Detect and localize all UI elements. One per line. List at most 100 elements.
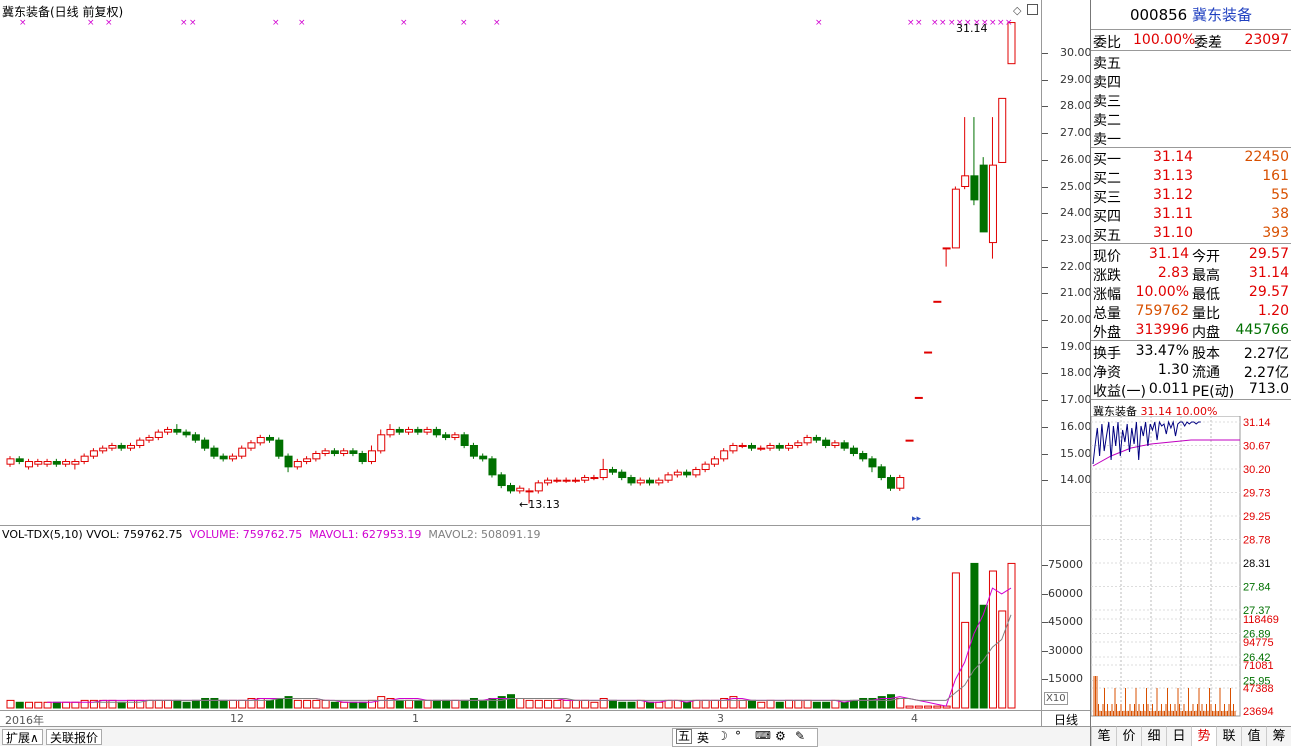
candle-body[interactable] xyxy=(432,428,441,436)
candle-body[interactable] xyxy=(905,439,914,442)
candle-body[interactable] xyxy=(729,444,738,452)
candle-body[interactable] xyxy=(469,444,478,457)
candle-body[interactable] xyxy=(961,175,970,188)
candle-body[interactable] xyxy=(395,428,404,433)
candle-body[interactable] xyxy=(914,396,923,399)
tab-6[interactable]: 值 xyxy=(1241,726,1266,746)
candle-body[interactable] xyxy=(664,474,673,481)
candle-body[interactable] xyxy=(201,439,210,449)
sell-row[interactable]: 卖一 xyxy=(1091,128,1291,148)
candle-body[interactable] xyxy=(933,300,942,303)
candle-body[interactable] xyxy=(803,436,812,444)
sell-row[interactable]: 卖二 xyxy=(1091,109,1291,129)
candle-body[interactable] xyxy=(460,434,469,446)
candle-body[interactable] xyxy=(145,436,154,441)
candle-body[interactable] xyxy=(238,447,247,457)
buy-row[interactable]: 买一 31.14 22450 xyxy=(1091,148,1291,168)
wrench-icon[interactable]: ✎ xyxy=(795,729,805,743)
candle-body[interactable] xyxy=(451,434,460,438)
candle-body[interactable] xyxy=(228,455,237,460)
candle-body[interactable] xyxy=(414,428,423,433)
candle-body[interactable] xyxy=(627,477,636,484)
candle-body[interactable] xyxy=(608,469,617,473)
candle-body[interactable] xyxy=(970,175,979,201)
candle-body[interactable] xyxy=(117,444,126,449)
period-label[interactable]: 日线 xyxy=(1042,710,1090,727)
candle-body[interactable] xyxy=(794,442,803,446)
candle-body[interactable] xyxy=(534,482,543,492)
candle-body[interactable] xyxy=(701,463,710,471)
candle-body[interactable] xyxy=(951,188,960,249)
candle-body[interactable] xyxy=(636,479,645,484)
candle-body[interactable] xyxy=(516,487,525,492)
candle-body[interactable] xyxy=(293,461,302,468)
candle-body[interactable] xyxy=(757,447,766,450)
candle-body[interactable] xyxy=(683,471,692,476)
intraday-mini-chart[interactable]: 31.14 30.67 30.20 29.73 29.25 28.78 28.31 27.84… xyxy=(1091,416,1291,720)
candle-body[interactable] xyxy=(340,450,349,454)
candle-body[interactable] xyxy=(266,436,275,441)
volume-chart-panel[interactable]: VOL-TDX(5,10) VVOL: 759762.75 VOLUME: 75… xyxy=(0,526,1042,710)
candle-body[interactable] xyxy=(173,428,182,433)
candle-body[interactable] xyxy=(25,461,34,468)
candle-body[interactable] xyxy=(710,458,719,465)
tab-3[interactable]: 日 xyxy=(1166,726,1191,746)
candle-body[interactable] xyxy=(747,444,756,449)
candle-body[interactable] xyxy=(182,431,191,436)
candle-body[interactable] xyxy=(479,455,488,460)
sell-row[interactable]: 卖四 xyxy=(1091,71,1291,91)
ime-lang[interactable]: 英 xyxy=(697,729,709,746)
candle-body[interactable] xyxy=(43,461,52,465)
candle-body[interactable] xyxy=(80,455,89,463)
candle-body[interactable] xyxy=(646,479,655,484)
candle-body[interactable] xyxy=(303,458,312,463)
buy-row[interactable]: 买三 31.12 55 xyxy=(1091,186,1291,206)
kline-chart-panel[interactable]: 冀东装备(日线 前复权) ◇ × × × × × × × × × × × × × × × × × × × × × × × 3… xyxy=(0,0,1042,526)
candle-body[interactable] xyxy=(405,428,414,433)
tab-2[interactable]: 细 xyxy=(1141,726,1166,746)
buy-row[interactable]: 买二 31.13 161 xyxy=(1091,167,1291,187)
dot-icon[interactable]: ° xyxy=(735,729,741,743)
keyboard-icon[interactable]: ⌨ xyxy=(755,729,771,742)
gear-icon[interactable]: ⚙ xyxy=(775,729,786,743)
candle-body[interactable] xyxy=(330,450,339,454)
candle-body[interactable] xyxy=(367,450,376,463)
candle-body[interactable] xyxy=(386,428,395,436)
candle-body[interactable] xyxy=(442,434,451,438)
tab-0[interactable]: 笔 xyxy=(1091,726,1116,746)
candle-body[interactable] xyxy=(738,444,747,447)
candle-body[interactable] xyxy=(219,455,228,460)
candle-body[interactable] xyxy=(812,436,821,441)
candle-body[interactable] xyxy=(775,444,784,449)
candle-body[interactable] xyxy=(126,444,135,449)
candle-body[interactable] xyxy=(423,428,432,433)
candle-body[interactable] xyxy=(840,442,849,449)
candle-body[interactable] xyxy=(581,477,590,481)
candle-body[interactable] xyxy=(877,466,886,479)
candle-body[interactable] xyxy=(89,450,98,457)
candle-body[interactable] xyxy=(377,434,386,452)
candle-body[interactable] xyxy=(275,439,284,457)
candle-body[interactable] xyxy=(979,164,988,233)
candle-body[interactable] xyxy=(868,458,877,468)
candle-body[interactable] xyxy=(692,469,701,476)
tab-7[interactable]: 筹 xyxy=(1266,726,1291,746)
candle-body[interactable] xyxy=(525,490,534,493)
candle-body[interactable] xyxy=(284,455,293,468)
ime-mode[interactable]: 五 xyxy=(676,729,693,744)
candle-body[interactable] xyxy=(34,461,43,465)
candle-body[interactable] xyxy=(998,97,1007,163)
candle-body[interactable] xyxy=(210,447,219,457)
candle-body[interactable] xyxy=(349,450,358,454)
sell-row[interactable]: 卖三 xyxy=(1091,90,1291,110)
candle-body[interactable] xyxy=(896,477,905,489)
candle-body[interactable] xyxy=(553,479,562,482)
candle-body[interactable] xyxy=(164,428,173,433)
expand-button[interactable]: 扩展∧ xyxy=(2,729,43,745)
moon-icon[interactable]: ☽ xyxy=(717,729,728,743)
candle-body[interactable] xyxy=(507,485,515,492)
candle-body[interactable] xyxy=(618,471,627,479)
candle-body[interactable] xyxy=(15,458,24,463)
candle-body[interactable] xyxy=(62,461,71,465)
candle-body[interactable] xyxy=(497,474,506,487)
